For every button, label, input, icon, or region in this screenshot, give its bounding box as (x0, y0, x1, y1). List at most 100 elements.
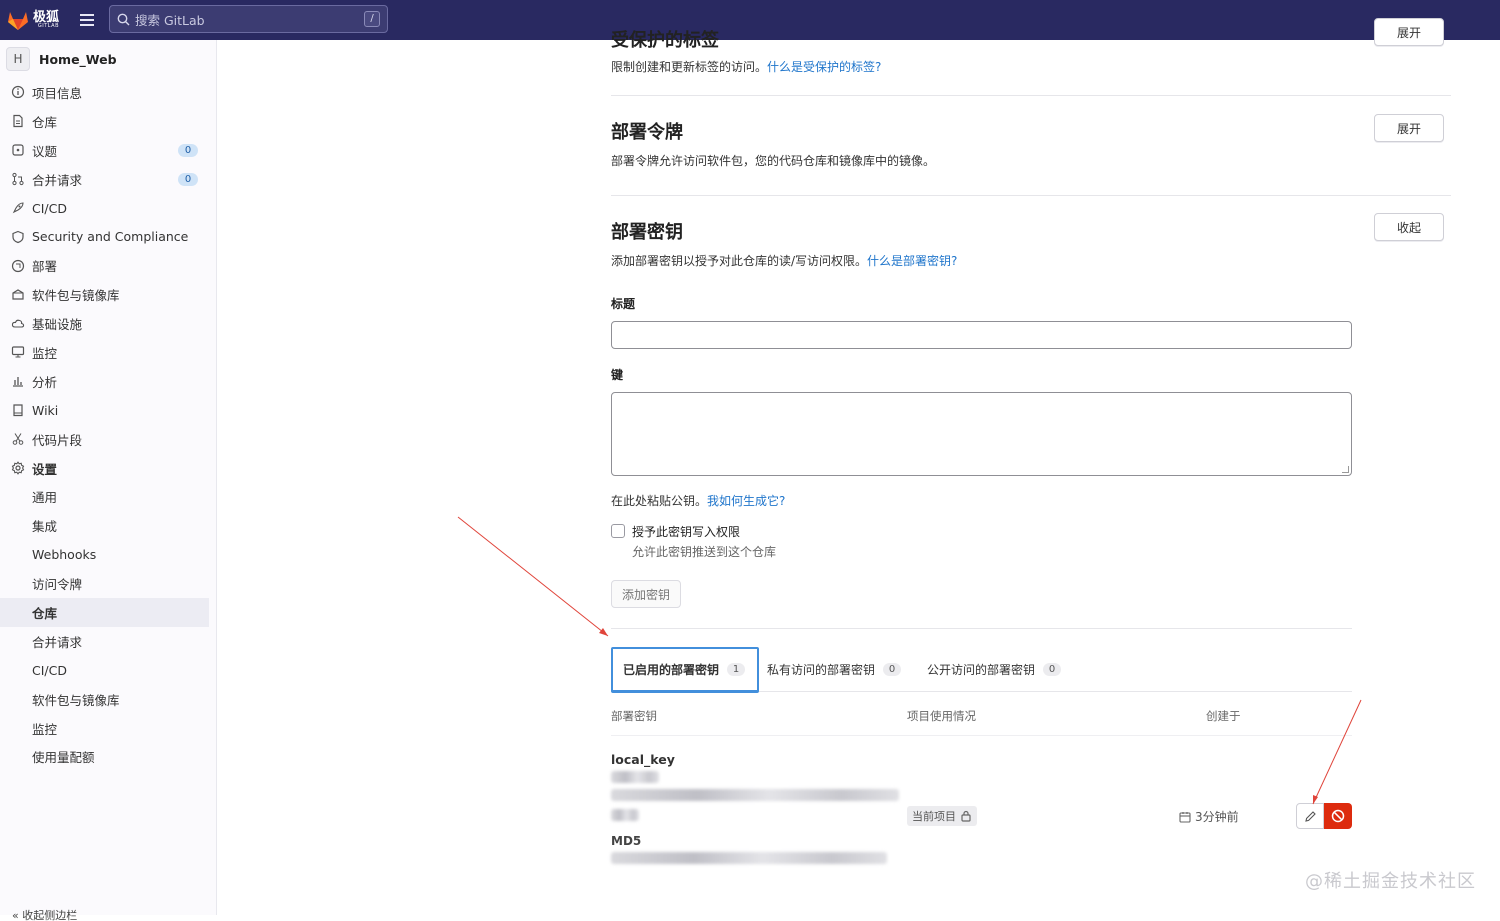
settings-subitem-webhooks[interactable]: Webhooks (0, 540, 216, 569)
title-input[interactable] (611, 321, 1352, 349)
deploy-tokens-desc: 部署令牌允许访问软件包，您的代码仓库和镜像库中的镜像。 (611, 152, 1451, 169)
tab-public-keys[interactable]: 公开访问的部署密钥0 (917, 648, 1071, 692)
deploy-keys-help-link[interactable]: 什么是部署密钥? (867, 254, 957, 268)
protected-tags-title: 受保护的标签 (611, 26, 1451, 52)
key-title: local_key (611, 752, 675, 767)
settings-content: 受保护的标签 限制创建和更新标签的访问。什么是受保护的标签? 展开 部署令牌 部… (611, 40, 1451, 886)
settings-subitem-ci-cd[interactable]: CI/CD (0, 656, 216, 685)
count-badge: 0 (178, 173, 198, 186)
info-icon (11, 85, 25, 99)
sidebar-item-item-2[interactable]: 议题0 (0, 136, 216, 165)
deploy-tokens-title: 部署令牌 (611, 118, 1451, 144)
doc-icon (11, 114, 25, 128)
logo-text: 极狐 GITLAB (33, 11, 59, 29)
settings-subitem-label: 集成 (32, 516, 57, 535)
watermark: @稀土掘金技术社区 (1305, 867, 1476, 893)
generate-key-help-link[interactable]: 我如何生成它? (707, 494, 785, 508)
write-access-checkbox[interactable] (611, 524, 625, 538)
settings-subitem-label: 软件包与镜像库 (32, 690, 120, 709)
sidebar-project-header[interactable]: H Home_Web (0, 40, 216, 78)
sidebar-nav: 项目信息仓库议题0合并请求0CI/CDSecurity and Complian… (0, 78, 216, 771)
gear-icon (11, 461, 25, 475)
sidebar: H Home_Web 项目信息仓库议题0合并请求0CI/CDSecurity a… (0, 40, 217, 915)
key-textarea[interactable] (611, 392, 1352, 476)
fingerprint-redacted-line (611, 789, 899, 801)
cloud-icon (11, 317, 25, 331)
settings-subitem-item-4[interactable]: 仓库 (0, 598, 209, 627)
sidebar-item-wiki[interactable]: Wiki (0, 396, 216, 425)
settings-subitem-label: 仓库 (32, 603, 57, 622)
collapse-sidebar-button[interactable]: « 收起侧边栏 (0, 907, 216, 921)
add-key-button[interactable]: 添加密钥 (611, 580, 681, 608)
settings-subitem-item-9[interactable]: 使用量配额 (0, 742, 216, 771)
settings-subitem-item-0[interactable]: 通用 (0, 482, 216, 511)
sidebar-item-item-13[interactable]: 设置 (0, 454, 216, 483)
scissors-icon (11, 432, 25, 446)
protected-tags-help-link[interactable]: 什么是受保护的标签? (767, 60, 881, 74)
settings-subitem-item-8[interactable]: 监控 (0, 714, 216, 743)
deploy-tokens-section: 部署令牌 部署令牌允许访问软件包，您的代码仓库和镜像库中的镜像。 展开 (611, 96, 1451, 196)
protected-tags-section: 受保护的标签 限制创建和更新标签的访问。什么是受保护的标签? 展开 (611, 26, 1451, 96)
divider (611, 628, 1352, 629)
md5-label: MD5 (611, 834, 641, 848)
deploy-keys-collapse-button[interactable]: 收起 (1374, 213, 1444, 241)
column-project-usage: 项目使用情况 (907, 708, 976, 724)
deploy-keys-title: 部署密钥 (611, 218, 1451, 244)
edit-key-button[interactable] (1296, 803, 1324, 829)
keys-table-header: 部署密钥 项目使用情况 创建于 (611, 692, 1352, 736)
sidebar-item-item-3[interactable]: 合并请求0 (0, 165, 216, 194)
deploy-keys-desc: 添加部署密钥以授予对此仓库的读/写访问权限。什么是部署密钥? (611, 252, 1451, 269)
write-access-label[interactable]: 授予此密钥写入权限 (632, 523, 776, 540)
sidebar-item-item-8[interactable]: 基础设施 (0, 309, 216, 338)
deploy-tokens-expand-button[interactable]: 展开 (1374, 114, 1444, 142)
sidebar-item-item-6[interactable]: 部署 (0, 251, 216, 280)
table-row: local_key MD5 当前项目 3分钟前 (611, 736, 1352, 886)
protected-tags-desc: 限制创建和更新标签的访问。什么是受保护的标签? (611, 58, 1451, 75)
revoke-key-button[interactable] (1324, 803, 1352, 829)
sidebar-item-item-7[interactable]: 软件包与镜像库 (0, 280, 216, 309)
sidebar-item-item-12[interactable]: 代码片段 (0, 425, 216, 454)
sidebar-item-ci-cd[interactable]: CI/CD (0, 194, 216, 223)
deploy-keys-section: 部署密钥 添加部署密钥以授予对此仓库的读/写访问权限。什么是部署密钥? 收起 标… (611, 196, 1451, 886)
column-created-at: 创建于 (1206, 708, 1241, 724)
menu-icon[interactable] (80, 11, 98, 29)
created-at: 3分钟前 (1179, 808, 1239, 825)
deploy-key-tabs: 已启用的部署密钥1 私有访问的部署密钥0 公开访问的部署密钥0 (611, 648, 1352, 692)
sidebar-item-label: CI/CD (32, 201, 67, 216)
sidebar-item-item-0[interactable]: 项目信息 (0, 78, 216, 107)
sidebar-item-item-1[interactable]: 仓库 (0, 107, 216, 136)
settings-subitem-item-7[interactable]: 软件包与镜像库 (0, 685, 216, 714)
issues-icon (11, 143, 25, 157)
rocket-icon (11, 201, 25, 215)
search-input[interactable]: 搜索 GitLab / (109, 5, 388, 33)
sidebar-item-label: 项目信息 (32, 83, 82, 102)
write-access-help: 允许此密钥推送到这个仓库 (632, 543, 776, 560)
sidebar-item-label: Security and Compliance (32, 229, 188, 244)
sidebar-item-label: 仓库 (32, 112, 57, 131)
tab-private-keys[interactable]: 私有访问的部署密钥0 (757, 648, 911, 692)
settings-subitem-item-5[interactable]: 合并请求 (0, 627, 216, 656)
settings-subitem-item-3[interactable]: 访问令牌 (0, 569, 216, 598)
write-access-option: 授予此密钥写入权限 允许此密钥推送到这个仓库 (611, 523, 1451, 560)
settings-subitem-label: 合并请求 (32, 632, 82, 651)
sidebar-item-item-9[interactable]: 监控 (0, 338, 216, 367)
protected-tags-expand-button[interactable]: 展开 (1374, 18, 1444, 46)
project-avatar: H (6, 47, 30, 71)
sidebar-item-label: 基础设施 (32, 314, 82, 333)
deploy-icon (11, 259, 25, 273)
sidebar-item-label: 设置 (32, 459, 57, 478)
paste-key-help: 在此处粘贴公钥。我如何生成它? (611, 492, 1451, 509)
settings-subitem-label: 访问令牌 (32, 574, 82, 593)
settings-subitem-item-1[interactable]: 集成 (0, 511, 216, 540)
pencil-icon (1304, 810, 1317, 823)
gitlab-logo[interactable]: 极狐 GITLAB (6, 9, 66, 31)
private-keys-count: 0 (883, 663, 901, 676)
sidebar-item-label: 软件包与镜像库 (32, 285, 120, 304)
sidebar-item-security-and-compliance[interactable]: Security and Compliance (0, 222, 216, 251)
sidebar-item-item-10[interactable]: 分析 (0, 367, 216, 396)
public-keys-count: 0 (1043, 663, 1061, 676)
settings-subitem-label: 通用 (32, 487, 57, 506)
search-placeholder: 搜索 GitLab (135, 10, 205, 29)
count-badge: 0 (178, 144, 198, 157)
tab-enabled-keys[interactable]: 已启用的部署密钥1 (611, 647, 759, 693)
